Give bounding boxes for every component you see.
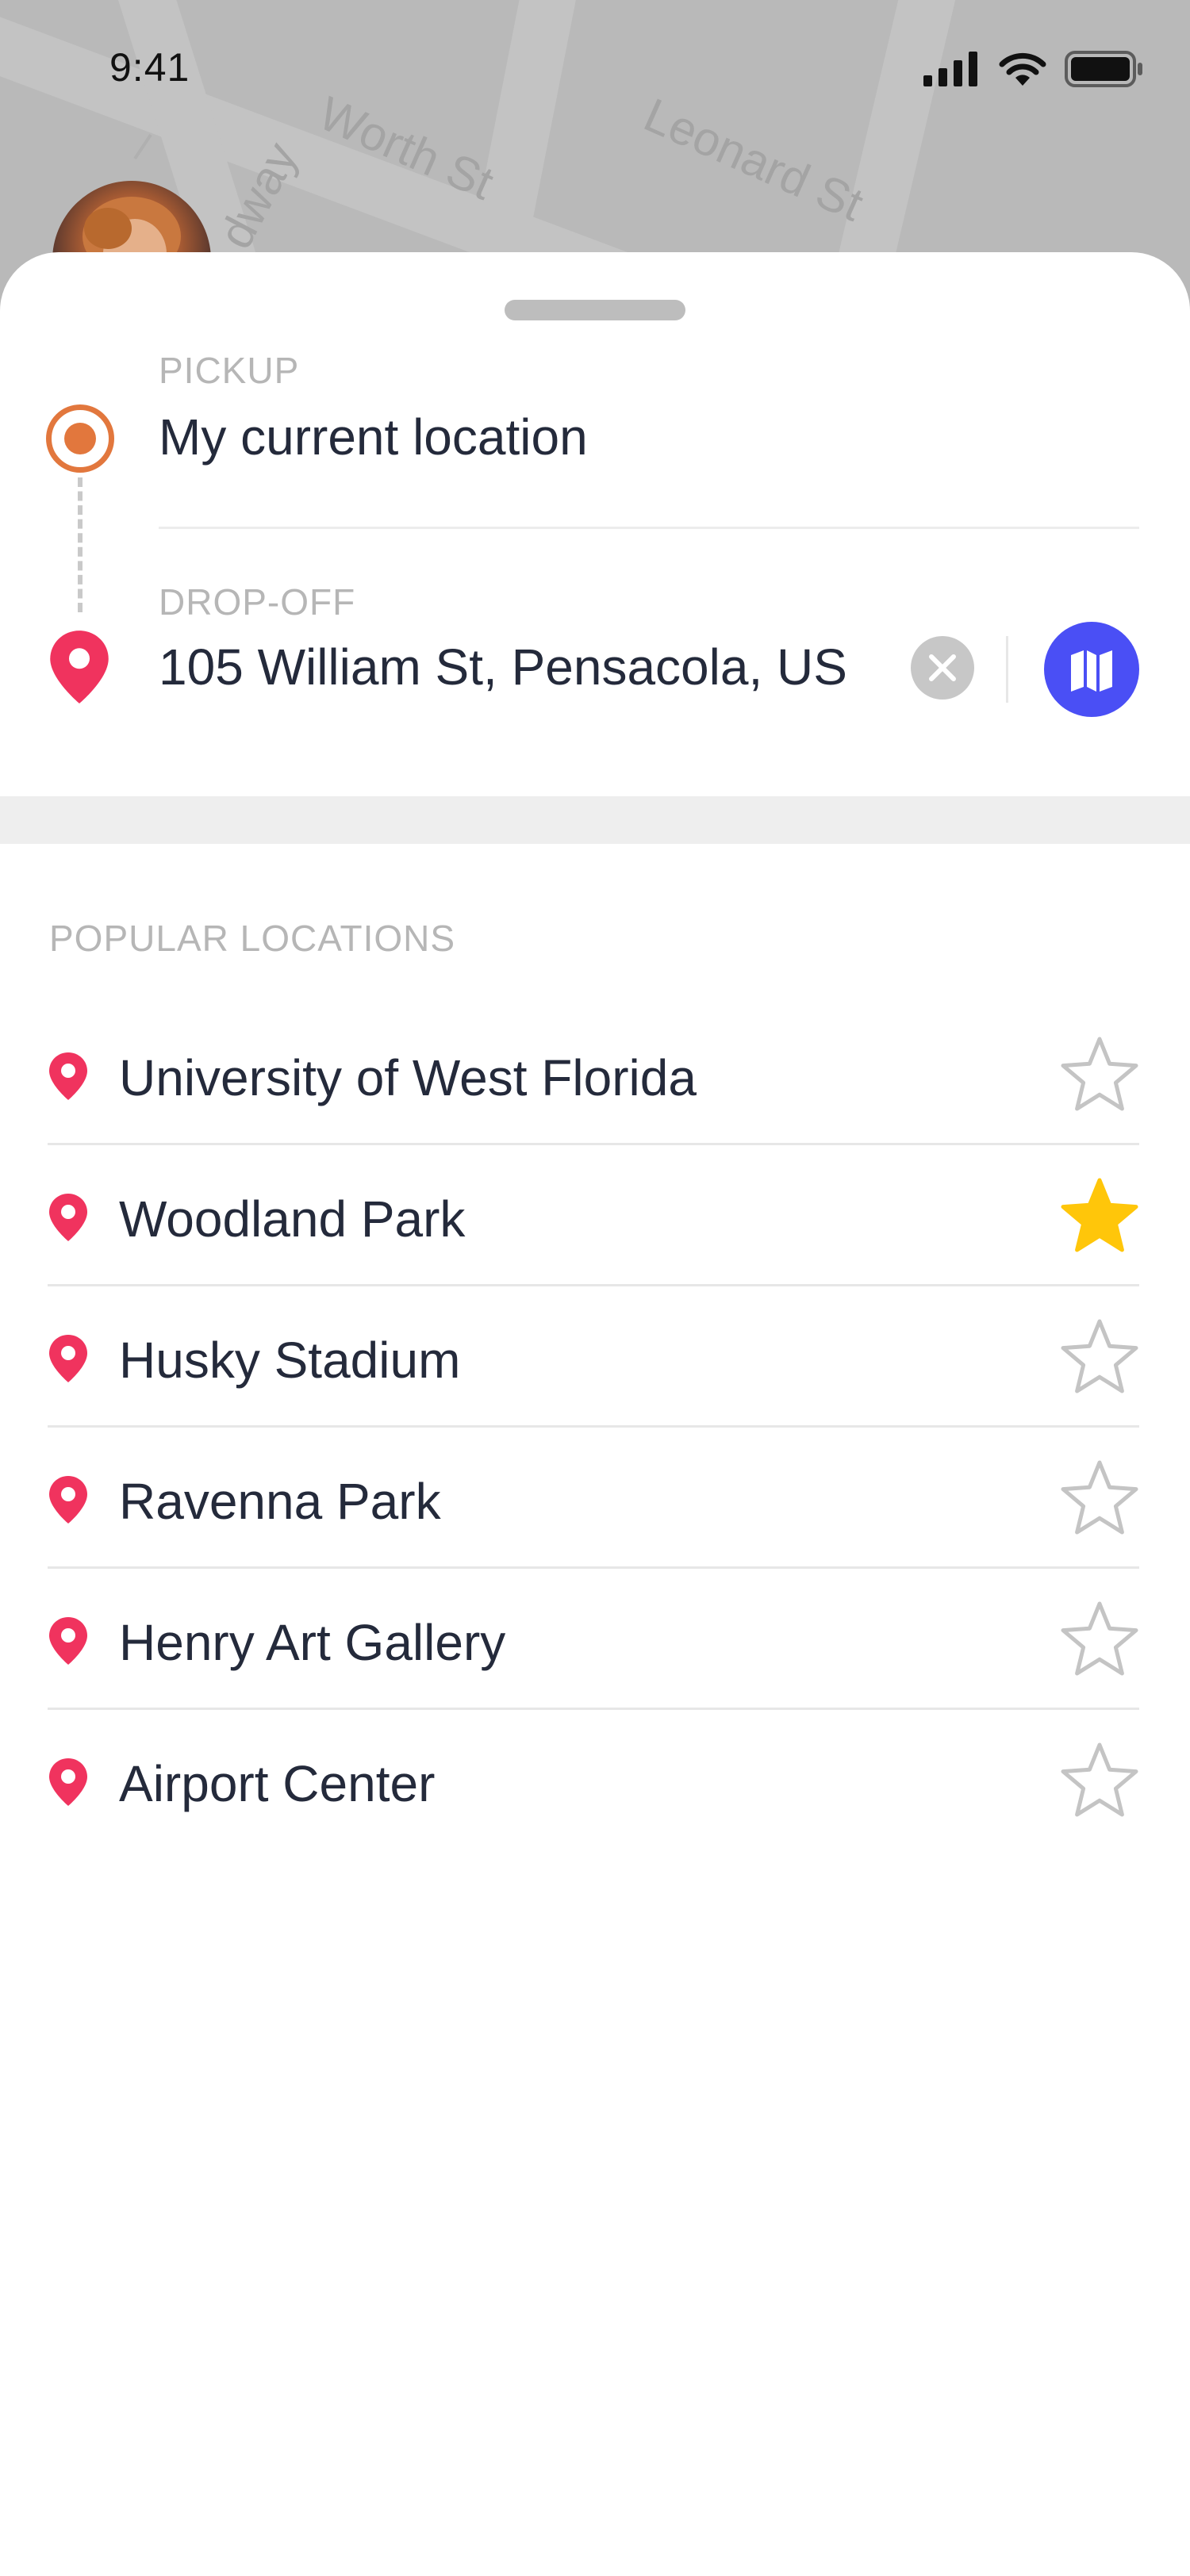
pickup-field[interactable]: My current location bbox=[159, 408, 588, 466]
star-icon[interactable] bbox=[1060, 1318, 1139, 1397]
location-name: Henry Art Gallery bbox=[119, 1614, 506, 1671]
cellular-signal-icon bbox=[923, 52, 981, 90]
destination-sheet: PICKUP My current location DROP-OFF 105 … bbox=[0, 252, 1190, 2576]
vertical-divider bbox=[1006, 636, 1008, 703]
route-connector bbox=[78, 477, 83, 612]
wifi-icon bbox=[998, 51, 1047, 91]
battery-icon bbox=[1065, 51, 1144, 91]
location-item[interactable]: Woodland Park bbox=[48, 1145, 1139, 1286]
location-pin-icon bbox=[49, 1052, 87, 1100]
status-bar: 9:41 bbox=[0, 0, 1190, 135]
close-icon bbox=[929, 654, 956, 681]
location-pin-icon bbox=[49, 1476, 87, 1524]
location-item[interactable]: Henry Art Gallery bbox=[48, 1569, 1139, 1710]
location-name: Husky Stadium bbox=[119, 1332, 461, 1389]
clear-dropoff-button[interactable] bbox=[911, 636, 974, 700]
section-separator bbox=[0, 796, 1190, 844]
status-icons bbox=[923, 51, 1144, 91]
sheet-grabber[interactable] bbox=[505, 300, 685, 320]
location-name: University of West Florida bbox=[119, 1049, 697, 1106]
location-name: Ravenna Park bbox=[119, 1473, 441, 1530]
location-name: Airport Center bbox=[119, 1755, 436, 1812]
map-icon bbox=[1071, 650, 1112, 692]
field-divider bbox=[159, 527, 1139, 529]
star-icon[interactable] bbox=[1060, 1177, 1139, 1256]
location-pin-icon bbox=[49, 1758, 87, 1806]
ride-destination-screen: Worth St Leonard St dway 9:41 PICKUP My … bbox=[0, 0, 1190, 2576]
status-time: 9:41 bbox=[109, 45, 190, 90]
popular-locations-title: POPULAR LOCATIONS bbox=[49, 918, 456, 959]
star-icon[interactable] bbox=[1060, 1600, 1139, 1680]
location-pin-icon bbox=[48, 628, 111, 710]
dropoff-field[interactable]: 105 William St, Pensacola, US bbox=[159, 638, 847, 696]
location-pin-icon bbox=[49, 1194, 87, 1241]
pickup-dot-icon bbox=[46, 404, 114, 473]
popular-locations-list: University of West Florida Woodland Park bbox=[48, 1004, 1139, 1851]
location-pin-icon bbox=[49, 1617, 87, 1665]
star-icon[interactable] bbox=[1060, 1036, 1139, 1115]
location-name: Woodland Park bbox=[119, 1190, 466, 1248]
location-item[interactable]: Husky Stadium bbox=[48, 1286, 1139, 1428]
location-item[interactable]: Ravenna Park bbox=[48, 1428, 1139, 1569]
dropoff-label: DROP-OFF bbox=[159, 581, 356, 623]
location-item[interactable]: Airport Center bbox=[48, 1710, 1139, 1851]
choose-on-map-button[interactable] bbox=[1044, 622, 1139, 717]
star-icon[interactable] bbox=[1060, 1459, 1139, 1539]
location-pin-icon bbox=[49, 1335, 87, 1382]
pickup-label: PICKUP bbox=[159, 350, 300, 391]
star-icon[interactable] bbox=[1060, 1742, 1139, 1821]
location-item[interactable]: University of West Florida bbox=[48, 1004, 1139, 1145]
